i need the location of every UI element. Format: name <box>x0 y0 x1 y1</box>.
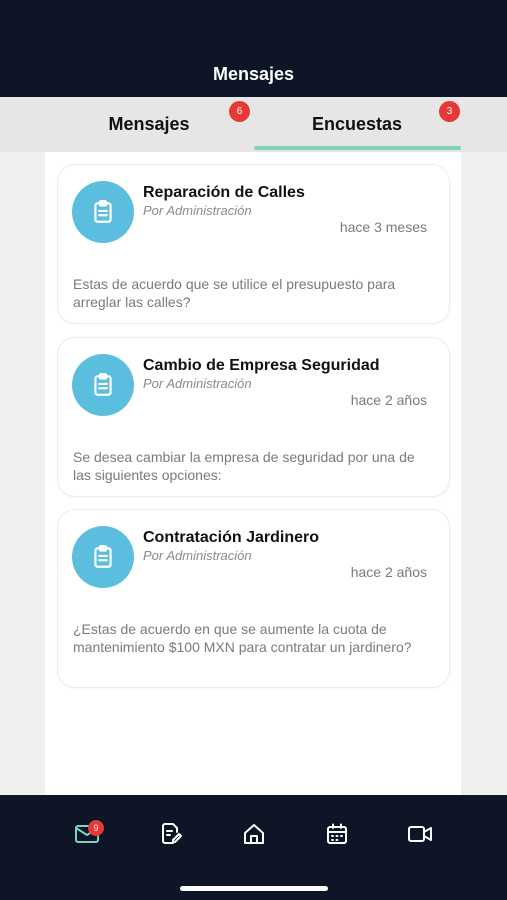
calendar-icon[interactable] <box>322 819 352 849</box>
mensajes-count-badge: 6 <box>229 101 250 122</box>
video-camera-icon[interactable] <box>405 819 435 849</box>
page-title: Mensajes <box>212 64 295 84</box>
survey-time: hace 2 años <box>350 392 427 408</box>
clipboard-icon <box>72 526 134 588</box>
home-indicator <box>180 886 328 891</box>
edit-document-icon[interactable] <box>156 819 186 849</box>
active-tab-indicator <box>254 146 461 150</box>
clipboard-icon <box>72 181 134 243</box>
tab-encuestas[interactable]: Encuestas <box>253 97 461 152</box>
survey-author: Por Administración <box>143 203 252 218</box>
tab-bar: Mensajes 6 Encuestas 3 <box>0 97 507 152</box>
survey-card[interactable]: Contratación Jardinero Por Administració… <box>57 509 450 688</box>
survey-title: Cambio de Empresa Seguridad <box>143 357 380 374</box>
mail-count-badge: 9 <box>88 820 104 836</box>
survey-description: Estas de acuerdo que se utilice el presu… <box>73 276 396 310</box>
tab-encuestas-label: Encuestas <box>311 114 403 134</box>
home-icon[interactable] <box>239 819 269 849</box>
tab-mensajes-label: Mensajes <box>108 114 190 134</box>
survey-card[interactable]: Cambio de Empresa Seguridad Por Administ… <box>57 337 450 497</box>
survey-description: Se desea cambiar la empresa de seguridad… <box>73 449 415 483</box>
survey-card[interactable]: Reparación de Calles Por Administración … <box>57 164 450 324</box>
encuestas-count-badge: 3 <box>439 101 460 122</box>
bottom-navigation: 9 <box>0 795 507 900</box>
survey-author: Por Administración <box>143 376 252 391</box>
clipboard-icon <box>72 354 134 416</box>
survey-description: ¿Estas de acuerdo en que se aumente la c… <box>73 621 412 655</box>
survey-title: Reparación de Calles <box>143 184 305 201</box>
survey-author: Por Administración <box>143 548 252 563</box>
survey-list: Reparación de Calles Por Administración … <box>45 152 461 795</box>
survey-title: Contratación Jardinero <box>143 529 320 546</box>
survey-time: hace 3 meses <box>339 219 427 235</box>
survey-time: hace 2 años <box>350 564 427 580</box>
app-header: Mensajes <box>0 0 507 97</box>
tab-mensajes[interactable]: Mensajes <box>45 97 253 152</box>
